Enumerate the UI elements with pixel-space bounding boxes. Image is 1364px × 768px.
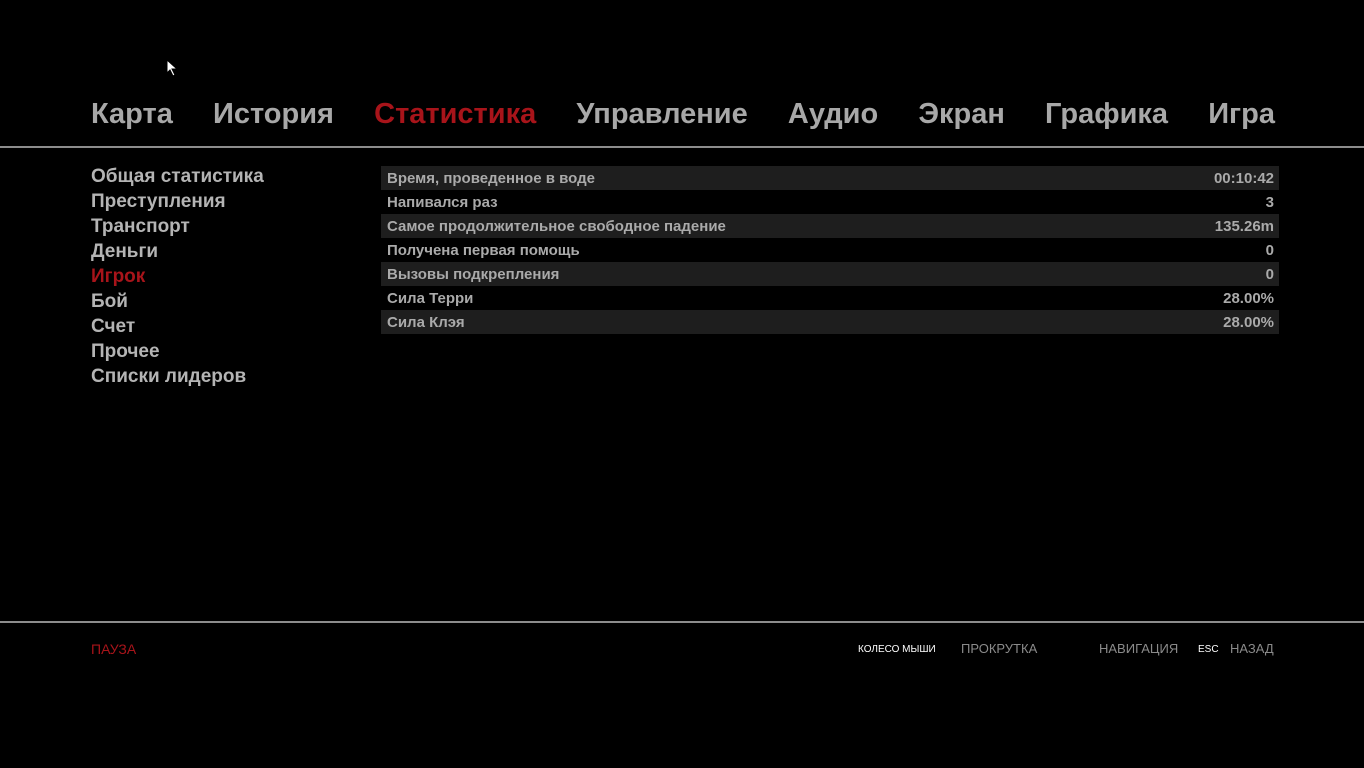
scroll-hint[interactable]: ПРОКРУТКА: [961, 641, 1037, 659]
tab-display[interactable]: Экран: [918, 98, 1005, 131]
category-money[interactable]: Деньги: [91, 239, 351, 264]
esc-key-hint: ESC: [1198, 644, 1219, 655]
tab-history[interactable]: История: [213, 98, 334, 131]
stat-value: 135.26m: [1214, 217, 1274, 235]
stat-label: Время, проведенное в воде: [387, 169, 595, 187]
tab-graphics[interactable]: Графика: [1045, 98, 1168, 131]
stat-label: Самое продолжительное свободное падение: [387, 217, 726, 235]
stat-value: 28.00%: [1223, 289, 1274, 307]
category-vehicles[interactable]: Транспорт: [91, 214, 351, 239]
stat-row: Напивался раз 3: [381, 190, 1279, 214]
stat-row: Вызовы подкрепления 0: [381, 262, 1279, 286]
mouse-wheel-key-hint: КОЛЕСО МЫШИ: [858, 644, 936, 655]
stat-row: Получена первая помощь 0: [381, 238, 1279, 262]
navigation-hint[interactable]: НАВИГАЦИЯ: [1099, 641, 1178, 659]
main-menu-tabs: Карта История Статистика Управление Ауди…: [91, 94, 1275, 134]
stat-value: 00:10:42: [1213, 169, 1274, 187]
stat-value: 0: [1265, 241, 1274, 259]
category-leaderboards[interactable]: Списки лидеров: [91, 364, 351, 389]
mouse-pointer-icon: [166, 59, 179, 77]
pause-status: ПАУЗА: [91, 641, 137, 657]
category-score[interactable]: Счет: [91, 314, 351, 339]
stat-row: Сила Терри 28.00%: [381, 286, 1279, 310]
category-combat[interactable]: Бой: [91, 289, 351, 314]
tab-audio[interactable]: Аудио: [788, 98, 878, 131]
stat-row: Самое продолжительное свободное падение …: [381, 214, 1279, 238]
stat-label: Получена первая помощь: [387, 241, 580, 259]
stat-value: 3: [1265, 193, 1274, 211]
tab-game[interactable]: Игра: [1208, 98, 1275, 131]
header-divider: [0, 146, 1364, 148]
back-button[interactable]: НАЗАД: [1230, 641, 1274, 659]
category-player[interactable]: Игрок: [91, 264, 351, 289]
stat-label: Вызовы подкрепления: [387, 265, 560, 283]
stat-label: Сила Терри: [387, 289, 474, 307]
stat-row: Время, проведенное в воде 00:10:42: [381, 166, 1279, 190]
tab-map[interactable]: Карта: [91, 98, 173, 131]
stat-label: Напивался раз: [387, 193, 498, 211]
category-crimes[interactable]: Преступления: [91, 189, 351, 214]
stat-value: 28.00%: [1223, 313, 1274, 331]
stats-category-list: Общая статистика Преступления Транспорт …: [91, 164, 351, 389]
stat-row: Сила Клэя 28.00%: [381, 310, 1279, 334]
category-misc[interactable]: Прочее: [91, 339, 351, 364]
footer-divider: [0, 621, 1364, 623]
category-general[interactable]: Общая статистика: [91, 164, 351, 189]
tab-controls[interactable]: Управление: [576, 98, 747, 131]
stat-value: 0: [1265, 265, 1274, 283]
stat-label: Сила Клэя: [387, 313, 465, 331]
tab-statistics[interactable]: Статистика: [374, 98, 536, 131]
stats-table: Время, проведенное в воде 00:10:42 Напив…: [381, 166, 1279, 334]
